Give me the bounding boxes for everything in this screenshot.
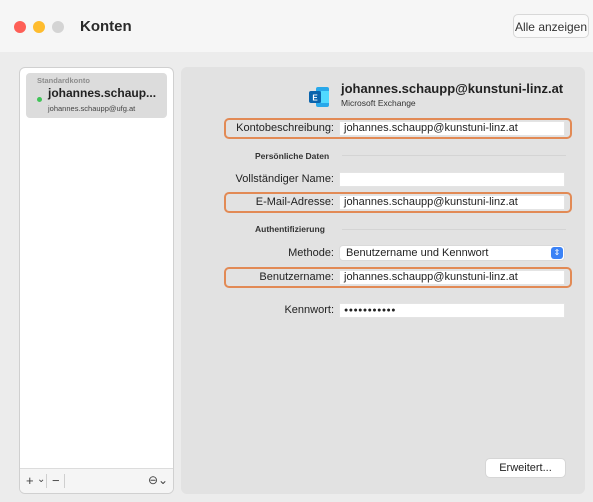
username-label: Benutzername: xyxy=(259,271,334,283)
title-bar: Konten Alle anzeigen xyxy=(0,0,593,52)
account-name: johannes.schaup... xyxy=(48,86,157,100)
username-field[interactable]: johannes.schaupp@kunstuni-linz.at xyxy=(339,270,565,285)
close-window-button[interactable] xyxy=(14,21,26,33)
method-selected-value: Benutzername und Kennwort xyxy=(346,247,489,259)
account-type: Microsoft Exchange xyxy=(341,98,416,108)
toolbar-divider xyxy=(64,474,65,488)
description-field[interactable]: johannes.schaupp@kunstuni-linz.at xyxy=(339,121,565,136)
minimize-window-button[interactable] xyxy=(33,21,45,33)
account-header-email: johannes.schaupp@kunstuni-linz.at xyxy=(341,81,564,96)
email-field[interactable]: johannes.schaupp@kunstuni-linz.at xyxy=(339,195,565,210)
fullname-label: Vollständiger Name: xyxy=(235,173,334,185)
toolbar-divider xyxy=(46,474,47,488)
email-label: E-Mail-Adresse: xyxy=(255,196,334,208)
fullname-field[interactable] xyxy=(339,172,565,187)
svg-text:E: E xyxy=(312,94,318,103)
add-account-button[interactable]: + xyxy=(26,473,34,488)
remove-account-button[interactable]: − xyxy=(52,473,60,488)
action-menu-button[interactable]: ⊖⌄ xyxy=(148,473,168,487)
add-menu-chevron-icon[interactable]: ⌄ xyxy=(37,474,45,485)
section-divider xyxy=(342,229,566,230)
select-stepper-icon: ⇕ xyxy=(551,247,563,259)
zoom-window-button[interactable] xyxy=(52,21,64,33)
section-divider xyxy=(342,155,566,156)
method-select[interactable]: Benutzername und Kennwort ⇕ xyxy=(339,245,565,261)
sidebar-toolbar: + ⌄ − ⊖⌄ xyxy=(20,468,173,493)
authentication-header: Authentifizierung xyxy=(255,224,325,234)
window-title: Konten xyxy=(80,18,132,35)
personal-data-header: Persönliche Daten xyxy=(255,151,330,161)
description-label: Kontobeschreibung: xyxy=(236,122,334,134)
microsoft-exchange-icon: E xyxy=(309,87,329,107)
password-field[interactable]: ●●●●●●●●●●● xyxy=(339,303,565,318)
account-email: johannes.schaupp@ufg.at xyxy=(48,104,136,113)
show-all-button[interactable]: Alle anzeigen xyxy=(513,14,589,38)
online-status-icon xyxy=(37,97,42,102)
method-label: Methode: xyxy=(288,247,334,259)
account-default-label: Standardkonto xyxy=(37,76,90,85)
password-label: Kennwort: xyxy=(284,304,334,316)
accounts-sidebar: Standardkonto johannes.schaup... johanne… xyxy=(19,67,174,494)
advanced-button[interactable]: Erweitert... xyxy=(485,458,566,478)
account-list-item[interactable]: Standardkonto johannes.schaup... johanne… xyxy=(26,73,167,118)
